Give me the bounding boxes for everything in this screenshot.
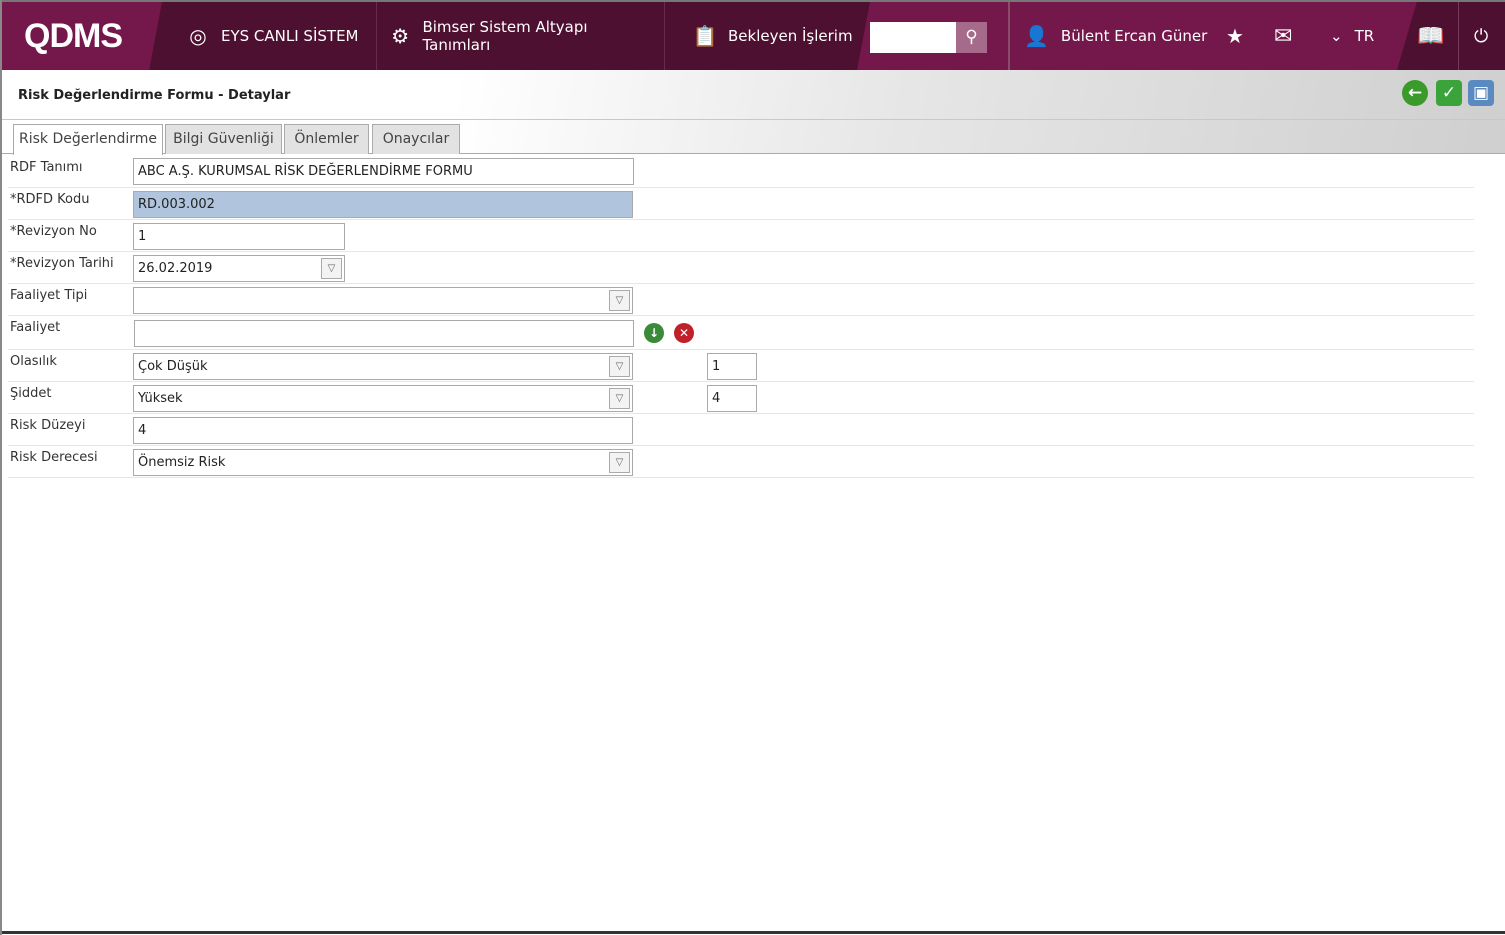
divider xyxy=(2,119,1505,120)
chevron-down-icon: ⌄ xyxy=(1330,27,1343,45)
chevron-down-icon[interactable]: ▽ xyxy=(609,452,630,473)
risk-duzeyi-input[interactable]: 4 xyxy=(133,417,633,444)
bottom-border xyxy=(2,931,1505,934)
star-icon[interactable]: ★ xyxy=(1226,2,1244,70)
row-olasilik: Olasılık Çok Düşük ▽ 1 xyxy=(8,350,1474,382)
row-faaliyet: Faaliyet ↓ ✕ xyxy=(8,316,1474,350)
nav-system-setup[interactable]: ⚙ Bimser Sistem Altyapı Tanımları xyxy=(370,2,665,70)
field-label: Risk Derecesi xyxy=(10,450,98,465)
field-label: Risk Düzeyi xyxy=(10,418,86,433)
gear-icon: ⚙ xyxy=(391,24,410,48)
field-label: *Revizyon Tarihi xyxy=(10,256,114,271)
select-value: Yüksek xyxy=(138,391,183,406)
rdfd-kodu-input[interactable]: RD.003.002 xyxy=(133,191,633,218)
nav-label: Bekleyen İşlerim xyxy=(728,27,853,45)
revizyon-tarihi-datepicker[interactable]: 26.02.2019 ▽ xyxy=(133,255,345,282)
row-siddet: Şiddet Yüksek ▽ 4 xyxy=(8,382,1474,414)
olasilik-score-input[interactable]: 1 xyxy=(707,353,757,380)
row-revizyon-tarihi: *Revizyon Tarihi 26.02.2019 ▽ xyxy=(8,252,1474,284)
user-icon: 👤 xyxy=(1024,24,1049,48)
download-arrow-icon[interactable]: ↓ xyxy=(644,323,664,343)
row-rdf-tanimi: RDF Tanımı ABC A.Ş. KURUMSAL RİSK DEĞERL… xyxy=(8,156,1474,188)
divider xyxy=(1458,2,1459,70)
field-label: Faaliyet xyxy=(10,320,61,335)
faaliyet-tipi-select[interactable]: ▽ xyxy=(133,287,633,314)
page-title: Risk Değerlendirme Formu - Detaylar xyxy=(18,88,291,103)
save-disk-icon[interactable]: ▣ xyxy=(1468,80,1494,106)
tab-onlemler[interactable]: Önlemler xyxy=(284,124,369,154)
date-value: 26.02.2019 xyxy=(138,261,213,276)
logo-text: QDMS xyxy=(24,16,123,55)
chevron-down-icon[interactable]: ▽ xyxy=(609,388,630,409)
field-label: Faaliyet Tipi xyxy=(10,288,88,303)
language-label: TR xyxy=(1354,27,1375,45)
row-rdfd-kodu: *RDFD Kodu RD.003.002 xyxy=(8,188,1474,220)
select-value: Önemsiz Risk xyxy=(138,455,226,470)
qdms-logo[interactable]: QDMS xyxy=(2,2,162,70)
field-label: Olasılık xyxy=(10,354,57,369)
q-icon: ◎ xyxy=(189,24,207,48)
back-arrow-icon[interactable]: ← xyxy=(1402,80,1428,106)
tab-risk-degerlendirme[interactable]: Risk Değerlendirme xyxy=(13,124,163,155)
chevron-down-icon[interactable]: ▽ xyxy=(609,356,630,377)
power-icon[interactable]: ⏻ xyxy=(1474,2,1488,70)
mail-icon[interactable]: ✉ xyxy=(1274,2,1292,70)
nav-pending-tasks[interactable]: 📋 Bekleyen İşlerim xyxy=(674,2,872,70)
nav-eys-system[interactable]: ◎ EYS CANLI SİSTEM xyxy=(167,2,378,70)
clear-x-icon[interactable]: ✕ xyxy=(674,323,694,343)
chevron-down-icon[interactable]: ▽ xyxy=(609,290,630,311)
row-risk-derecesi: Risk Derecesi Önemsiz Risk ▽ xyxy=(8,446,1474,478)
divider xyxy=(1008,2,1010,70)
field-label: RDF Tanımı xyxy=(10,160,83,175)
user-name: Bülent Ercan Güner xyxy=(1060,27,1208,45)
nav-label: Bimser Sistem Altyapı Tanımları xyxy=(422,18,588,54)
select-value: Çok Düşük xyxy=(138,359,208,374)
field-label: *Revizyon No xyxy=(10,224,97,239)
approve-check-icon[interactable]: ✓ xyxy=(1436,80,1462,106)
field-label: Şiddet xyxy=(10,386,52,401)
row-faaliyet-tipi: Faaliyet Tipi ▽ xyxy=(8,284,1474,316)
siddet-score-input[interactable]: 4 xyxy=(707,385,757,412)
search-input[interactable] xyxy=(870,22,956,53)
olasilik-select[interactable]: Çok Düşük ▽ xyxy=(133,353,633,380)
manual-book-icon[interactable]: 📖 xyxy=(1417,2,1444,70)
user-menu[interactable]: 👤 Bülent Ercan Güner xyxy=(1024,2,1207,70)
search-button[interactable]: ⚲ xyxy=(956,22,987,53)
language-select[interactable]: ⌄ TR xyxy=(1330,2,1374,70)
revizyon-no-input[interactable]: 1 xyxy=(133,223,345,250)
field-label: *RDFD Kodu xyxy=(10,192,90,207)
tab-bilgi-guvenligi[interactable]: Bilgi Güvenliği xyxy=(165,124,282,154)
nav-label: EYS CANLI SİSTEM xyxy=(221,27,359,45)
top-header: QDMS ◎ EYS CANLI SİSTEM ⚙ Bimser Sistem Al… xyxy=(2,0,1505,70)
tab-onaycilar[interactable]: Onaycılar xyxy=(372,124,460,154)
faaliyet-input[interactable] xyxy=(134,320,634,347)
clipboard-icon: 📋 xyxy=(692,24,718,48)
siddet-select[interactable]: Yüksek ▽ xyxy=(133,385,633,412)
row-risk-duzeyi: Risk Düzeyi 4 xyxy=(8,414,1474,446)
risk-derecesi-select[interactable]: Önemsiz Risk ▽ xyxy=(133,449,633,476)
row-revizyon-no: *Revizyon No 1 xyxy=(8,220,1474,252)
page-toolbar: Risk Değerlendirme Formu - Detaylar ← ✓ … xyxy=(2,70,1505,155)
rdf-tanimi-input[interactable]: ABC A.Ş. KURUMSAL RİSK DEĞERLENDİRME FOR… xyxy=(133,158,634,185)
chevron-down-icon[interactable]: ▽ xyxy=(321,258,342,279)
